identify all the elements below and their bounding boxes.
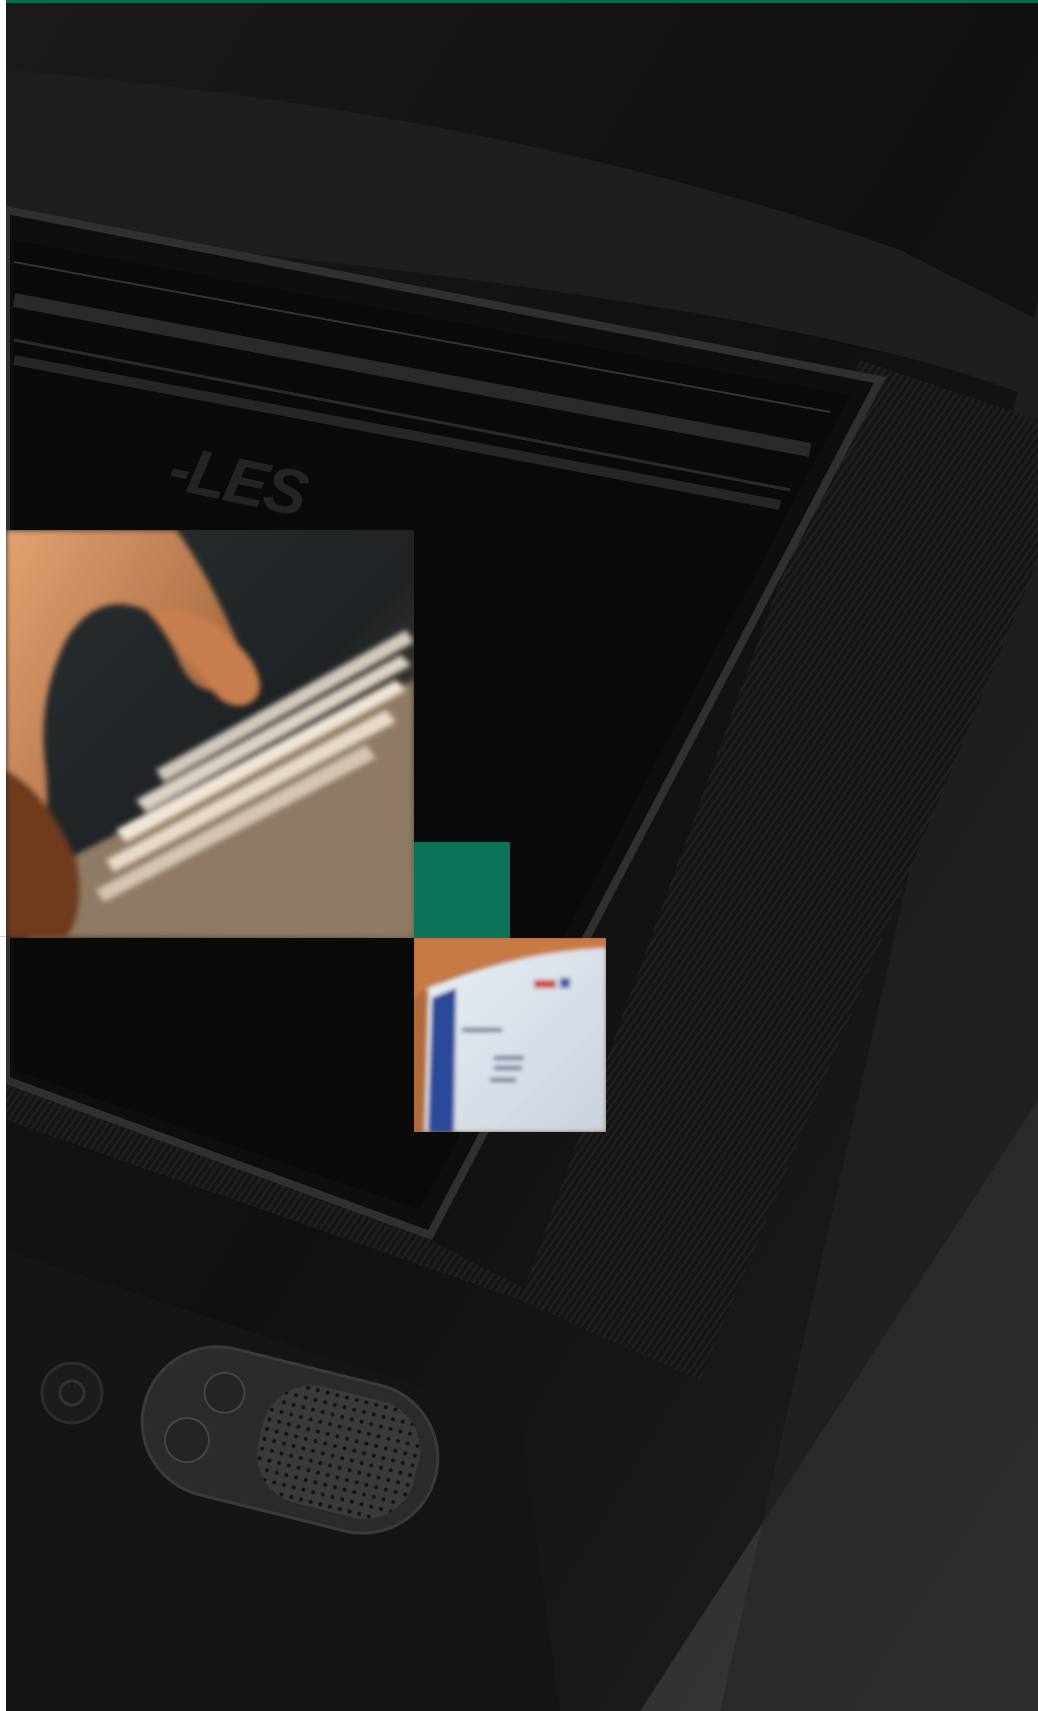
keyboard-photo	[6, 530, 414, 938]
browser-photo	[414, 938, 606, 1132]
top-accent-bar	[0, 0, 1038, 3]
accent-green-block	[414, 842, 510, 938]
